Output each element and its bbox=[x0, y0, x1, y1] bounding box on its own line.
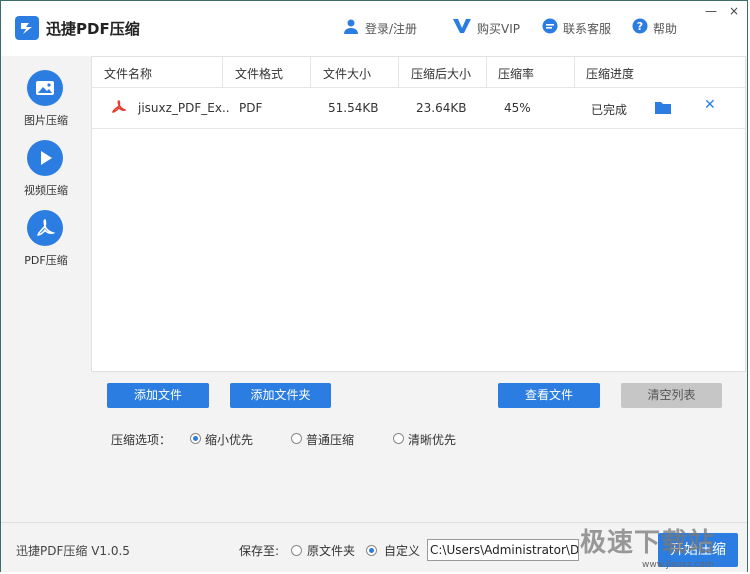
compression-progress: 已完成 bbox=[591, 103, 628, 117]
sidebar-item-pdf-compress[interactable]: PDF压缩 bbox=[1, 210, 91, 276]
view-file-button[interactable]: 查看文件 bbox=[498, 383, 600, 408]
chat-icon bbox=[542, 18, 558, 34]
buy-vip-label: 购买VIP bbox=[477, 22, 520, 36]
app-title: 迅捷PDF压缩 bbox=[46, 20, 140, 38]
column-header: 文件大小 bbox=[323, 67, 372, 81]
radio-smallest-label: 缩小优先 bbox=[205, 433, 254, 447]
column-header: 压缩后大小 bbox=[411, 67, 472, 81]
app-window: 迅捷PDF压缩 登录/注册 购买VIP 联系客服 ? 帮助 — × 图片压缩 视… bbox=[0, 0, 748, 572]
clear-list-button[interactable]: 清空列表 bbox=[621, 383, 722, 408]
radio-custom-folder[interactable] bbox=[366, 545, 377, 556]
app-logo-icon bbox=[15, 16, 39, 40]
login-label: 登录/注册 bbox=[365, 22, 418, 36]
image-icon bbox=[27, 70, 63, 106]
column-header: 文件格式 bbox=[235, 67, 284, 81]
radio-normal[interactable] bbox=[291, 433, 302, 444]
compressed-size: 23.64KB bbox=[416, 101, 467, 115]
radio-custom-folder-label: 自定义 bbox=[384, 544, 421, 558]
file-format: PDF bbox=[239, 101, 263, 115]
help-icon: ? bbox=[632, 18, 648, 34]
sidebar: 图片压缩 视频压缩 PDF压缩 bbox=[1, 56, 91, 521]
compress-options-label: 压缩选项： bbox=[111, 433, 172, 447]
save-to-label: 保存至: bbox=[239, 544, 280, 558]
column-header: 压缩进度 bbox=[586, 67, 635, 81]
watermark-url: www.jisuxz.com bbox=[642, 560, 714, 570]
compression-ratio: 45% bbox=[504, 101, 531, 115]
user-icon bbox=[344, 19, 358, 34]
help-label: 帮助 bbox=[653, 22, 678, 36]
close-window-button[interactable]: × bbox=[727, 4, 741, 18]
table-header: 文件名称 文件格式 文件大小 压缩后大小 压缩率 压缩进度 bbox=[92, 57, 745, 88]
version-label: 迅捷PDF压缩 V1.0.5 bbox=[16, 544, 130, 558]
radio-smallest[interactable] bbox=[190, 433, 201, 444]
save-path-input[interactable]: C:\Users\Administrator\D bbox=[427, 539, 579, 561]
watermark-text: 极速下载站 bbox=[580, 528, 716, 558]
column-header: 文件名称 bbox=[104, 67, 153, 81]
title-bar: 迅捷PDF压缩 登录/注册 购买VIP 联系客服 ? 帮助 — × bbox=[1, 1, 747, 56]
play-icon bbox=[27, 140, 63, 176]
svg-text:?: ? bbox=[637, 20, 643, 33]
file-size: 51.54KB bbox=[328, 101, 379, 115]
minimize-button[interactable]: — bbox=[704, 4, 718, 18]
radio-clarity-label: 清晰优先 bbox=[408, 433, 457, 447]
vip-icon bbox=[453, 19, 471, 33]
file-name: jisuxz_PDF_Ex.. bbox=[138, 101, 230, 115]
radio-clarity[interactable] bbox=[393, 433, 404, 444]
column-divider bbox=[310, 57, 311, 87]
column-divider bbox=[222, 57, 223, 87]
folder-icon[interactable] bbox=[655, 101, 671, 114]
add-file-button[interactable]: 添加文件 bbox=[107, 383, 209, 408]
column-header: 压缩率 bbox=[498, 67, 535, 81]
radio-original-folder-label: 原文件夹 bbox=[307, 544, 356, 558]
support-label: 联系客服 bbox=[563, 22, 612, 36]
sidebar-item-label: PDF压缩 bbox=[24, 254, 68, 267]
sidebar-item-image-compress[interactable]: 图片压缩 bbox=[1, 70, 91, 136]
add-folder-button[interactable]: 添加文件夹 bbox=[230, 383, 331, 408]
sidebar-item-label: 图片压缩 bbox=[24, 114, 68, 127]
column-divider bbox=[486, 57, 487, 87]
file-table: 文件名称 文件格式 文件大小 压缩后大小 压缩率 压缩进度 jisuxz_PDF… bbox=[91, 56, 746, 372]
sidebar-item-video-compress[interactable]: 视频压缩 bbox=[1, 140, 91, 206]
column-divider bbox=[398, 57, 399, 87]
control-panel: 添加文件 添加文件夹 查看文件 清空列表 压缩选项： 缩小优先 普通压缩 清晰优… bbox=[91, 372, 746, 521]
sidebar-item-label: 视频压缩 bbox=[24, 184, 68, 197]
radio-original-folder[interactable] bbox=[291, 545, 302, 556]
column-divider bbox=[574, 57, 575, 87]
pdf-file-icon bbox=[112, 100, 126, 113]
pdf-icon bbox=[27, 210, 63, 246]
remove-row-icon[interactable]: ✕ bbox=[704, 97, 716, 113]
radio-normal-label: 普通压缩 bbox=[306, 433, 355, 447]
table-row[interactable]: jisuxz_PDF_Ex.. PDF 51.54KB 23.64KB 45% … bbox=[92, 88, 745, 129]
